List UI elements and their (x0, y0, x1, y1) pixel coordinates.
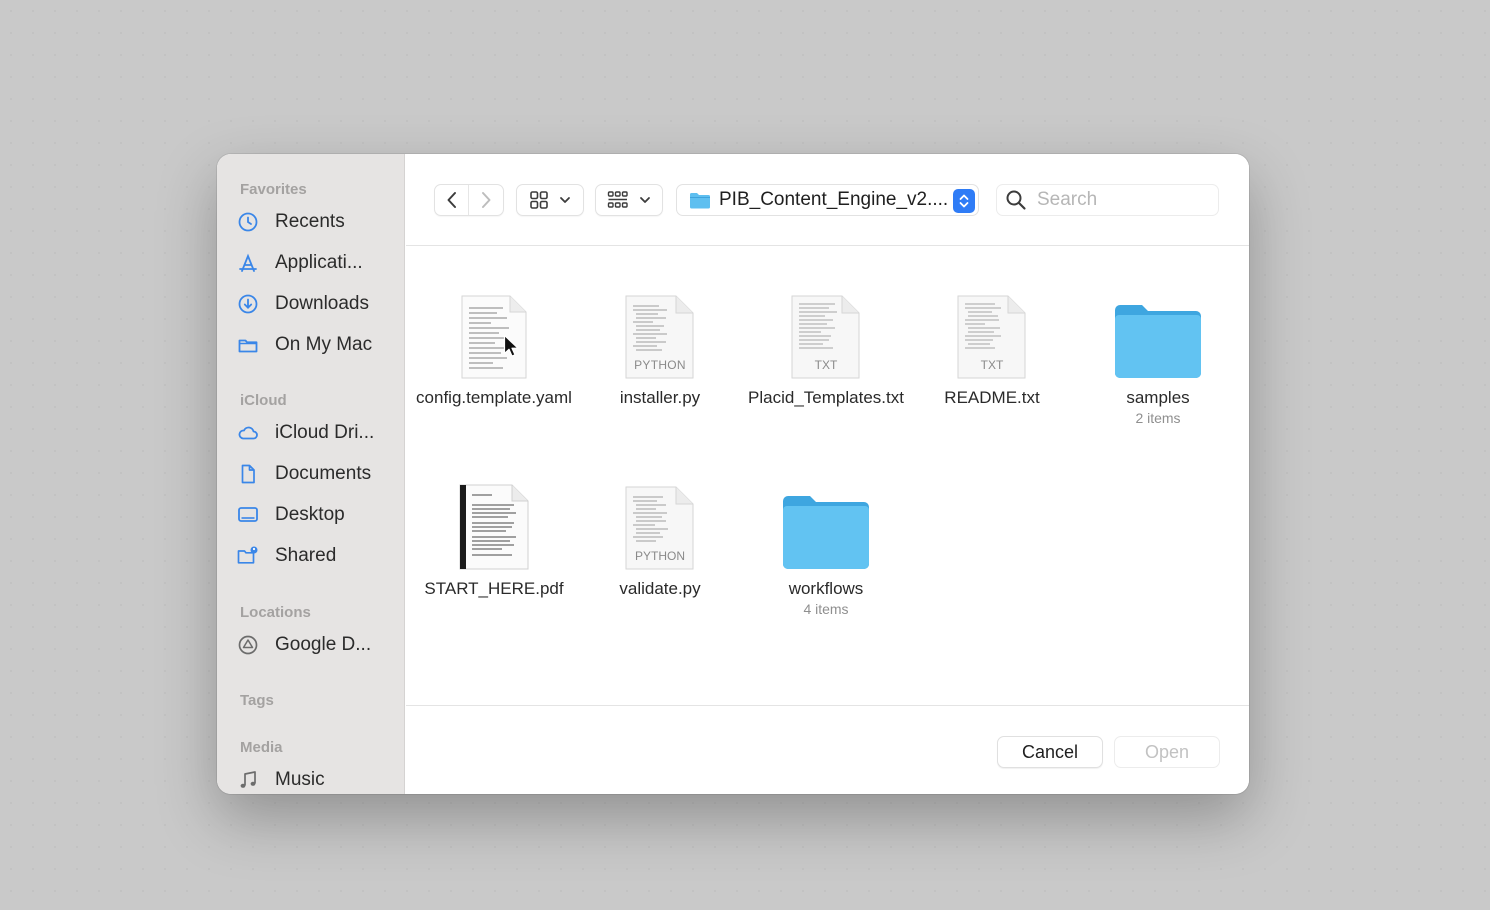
sidebar-item-label: Shared (275, 545, 337, 566)
file-item[interactable]: TXT README.txt (909, 284, 1075, 409)
file-name: START_HERE.pdf (424, 579, 564, 598)
chevron-left-icon (447, 192, 456, 208)
folder-item-count: 2 items (1135, 410, 1181, 426)
location-label: PIB_Content_Engine_v2.... (719, 189, 949, 210)
music-note-icon (237, 769, 263, 791)
sidebar-item-label: Music (275, 769, 325, 790)
sidebar-item-shared[interactable]: Shared (237, 541, 397, 571)
sidebar-item-label: Documents (275, 463, 372, 484)
sidebar-item-applications[interactable]: Applicati... (237, 248, 397, 278)
sidebar-item-music[interactable]: Music (237, 765, 397, 794)
open-file-dialog: Favorites Recents Applicati... Downloads… (217, 154, 1249, 794)
file-name: config.template.yaml (416, 388, 572, 407)
open-button[interactable]: Open (1114, 736, 1220, 768)
sidebar-section-icloud: iCloud (240, 392, 287, 409)
file-item[interactable]: START_HERE.pdf (411, 475, 577, 600)
clock-icon (237, 211, 263, 233)
file-item[interactable]: config.template.yaml (411, 284, 577, 409)
folder-item[interactable]: samples 2 items (1075, 284, 1241, 426)
document-icon (444, 284, 544, 380)
toolbar: PIB_Content_Engine_v2.... (406, 154, 1249, 246)
file-grid: config.template.yaml PYTHON installer.py (406, 247, 1249, 705)
folder-icon (1108, 284, 1208, 380)
sidebar-item-icloud-drive[interactable]: iCloud Dri... (237, 418, 397, 448)
chevron-down-icon (640, 197, 650, 203)
forward-button[interactable] (469, 185, 503, 215)
navigation-buttons (434, 184, 504, 216)
view-mode-button[interactable] (516, 184, 584, 216)
sidebar-item-label: Downloads (275, 293, 369, 314)
sidebar-item-label: On My Mac (275, 334, 373, 355)
sidebar-item-label: Desktop (275, 504, 345, 525)
file-type-badge: PYTHON (634, 358, 686, 372)
cancel-button[interactable]: Cancel (997, 736, 1103, 768)
cloud-icon (237, 422, 263, 444)
location-popup-button[interactable]: PIB_Content_Engine_v2.... (676, 184, 979, 216)
file-item[interactable]: TXT Placid_Templates.txt (743, 284, 909, 409)
file-type-badge: TXT (814, 358, 838, 372)
search-input[interactable] (1037, 189, 1207, 211)
back-button[interactable] (435, 185, 470, 215)
applications-icon (237, 252, 263, 274)
file-name: README.txt (944, 388, 1040, 407)
file-type-badge: TXT (980, 358, 1004, 372)
file-item[interactable]: PYTHON installer.py (577, 284, 743, 409)
icon-view-grid-icon (530, 191, 548, 209)
mouse-pointer-icon (503, 334, 519, 357)
folder-icon (690, 193, 710, 209)
folder-item[interactable]: workflows 4 items (743, 475, 909, 617)
desktop-icon (237, 504, 263, 526)
sidebar-section-tags: Tags (240, 692, 274, 709)
file-name: validate.py (619, 579, 701, 598)
search-icon (1006, 190, 1026, 210)
sidebar-item-desktop[interactable]: Desktop (237, 500, 397, 530)
google-drive-icon (237, 634, 263, 656)
search-field[interactable] (996, 184, 1219, 216)
file-item[interactable]: PYTHON validate.py (577, 475, 743, 600)
shared-folder-icon (237, 545, 263, 567)
folder-name: workflows (788, 579, 864, 598)
folder-name: samples (1126, 388, 1190, 407)
sidebar-item-label: Google D... (275, 634, 372, 655)
download-icon (237, 293, 263, 315)
folder-icon (776, 475, 876, 571)
sidebar-item-label: Applicati... (275, 252, 363, 273)
file-name: Placid_Templates.txt (748, 388, 904, 407)
sidebar-section-favorites: Favorites (240, 181, 307, 198)
sidebar: Favorites Recents Applicati... Downloads… (217, 154, 405, 794)
dialog-footer: Cancel Open (406, 705, 1249, 794)
main-pane: PIB_Content_Engine_v2.... Search config.… (406, 154, 1249, 794)
sidebar-item-label: Recents (275, 211, 345, 232)
pdf-file-icon (444, 475, 544, 571)
folder-icon (237, 334, 263, 356)
sidebar-section-locations: Locations (240, 604, 311, 621)
document-icon (237, 463, 263, 485)
sidebar-section-media: Media (240, 739, 283, 756)
up-down-arrows-icon (953, 189, 975, 213)
sidebar-item-recents[interactable]: Recents (237, 207, 397, 237)
file-type-badge: PYTHON (634, 549, 685, 563)
sidebar-item-on-my-mac[interactable]: On My Mac (237, 330, 397, 360)
sidebar-item-downloads[interactable]: Downloads (237, 289, 397, 319)
sidebar-item-documents[interactable]: Documents (237, 459, 397, 489)
chevron-right-icon (482, 192, 491, 208)
group-grid-icon (607, 191, 628, 208)
chevron-down-icon (560, 197, 570, 203)
folder-item-count: 4 items (803, 601, 849, 617)
sidebar-item-google-drive[interactable]: Google D... (237, 630, 397, 660)
file-name: installer.py (619, 388, 701, 407)
group-by-button[interactable] (595, 184, 663, 216)
sidebar-item-label: iCloud Dri... (275, 422, 375, 443)
